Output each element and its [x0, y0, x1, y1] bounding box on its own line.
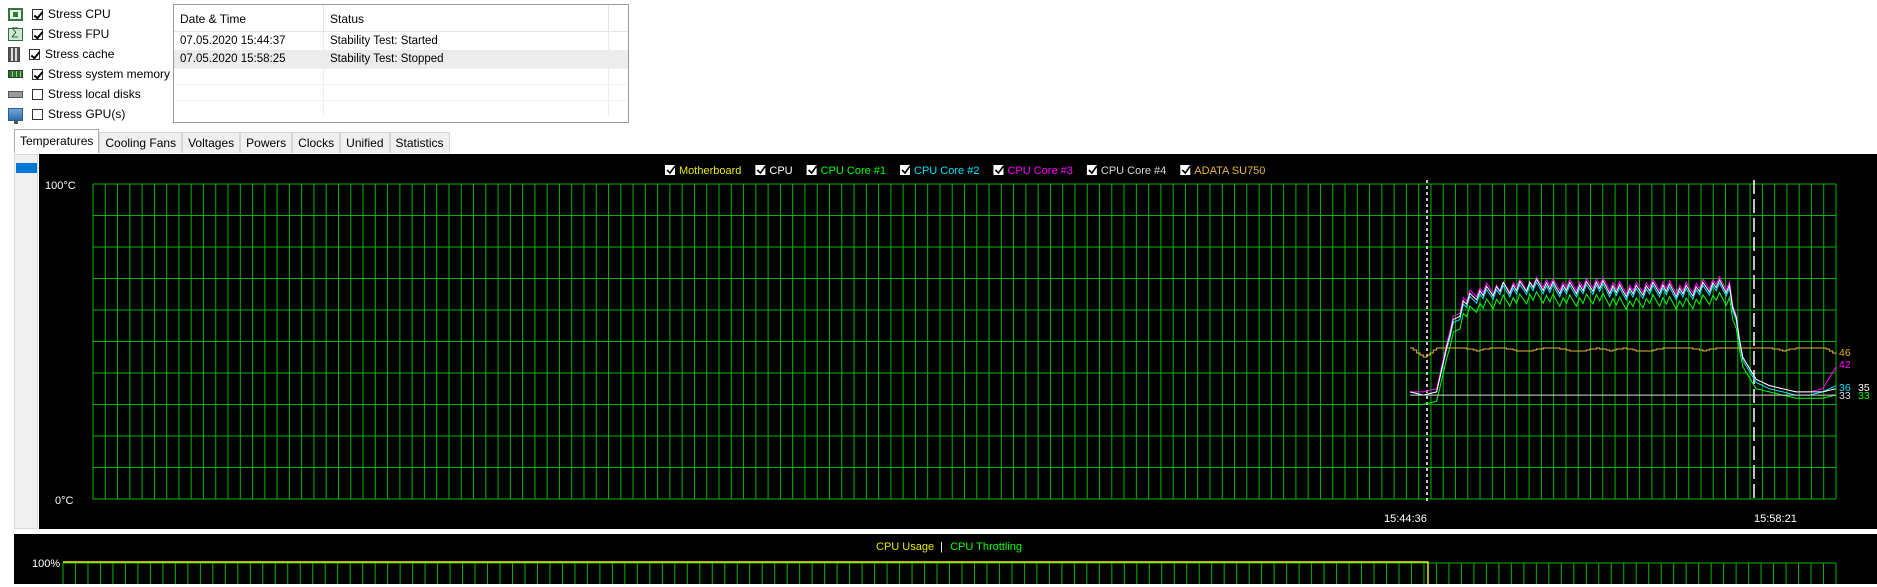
legend-label: CPU Core #2	[914, 165, 979, 177]
usage-chart: CPU Usage | CPU Throttling 100%	[32, 541, 1837, 584]
stress-option-stress-cache[interactable]: Stress cache	[8, 44, 173, 64]
table-header: Date & Time Status	[174, 5, 628, 32]
tab-bar: Temperatures Cooling Fans Voltages Powers Cl…	[14, 129, 450, 153]
legend-label: CPU Usage	[876, 541, 934, 553]
tab-powers[interactable]: Powers	[240, 132, 293, 153]
legend-item[interactable]: CPU	[755, 165, 793, 177]
row-datetime: 07.05.2020 15:44:37	[174, 32, 324, 50]
stress-option-stress-cpu[interactable]: Stress CPU	[8, 4, 173, 24]
stress-option-label: Stress GPU(s)	[48, 107, 126, 121]
legend-label: Motherboard	[679, 165, 741, 177]
tab-statistics[interactable]: Statistics	[389, 132, 450, 153]
cache-icon	[8, 46, 20, 62]
legend-label: ADATA SU750	[1194, 165, 1265, 177]
y-tick-label: 100%	[32, 558, 60, 570]
tab-unified[interactable]: Unified	[340, 132, 390, 153]
stress-option-stress-local-disks[interactable]: Stress local disks	[8, 84, 173, 104]
tab-cooling-fans[interactable]: Cooling Fans	[99, 132, 183, 153]
stress-option-stress-gpu-s[interactable]: Stress GPU(s)	[8, 104, 173, 124]
legend-label: CPU Core #3	[1007, 165, 1072, 177]
y-tick-label: 100°C	[45, 180, 76, 192]
legend-item[interactable]: CPU Core #1	[806, 165, 886, 177]
stress-option-label: Stress cache	[45, 47, 115, 61]
x-tick-label: 15:44:36	[1384, 513, 1427, 525]
x-tick-label: 15:58:21	[1754, 513, 1797, 525]
legend-label: CPU Core #1	[821, 165, 886, 177]
series-line-cpu-usage	[63, 561, 1429, 584]
table-row[interactable]: 07.05.2020 15:58:25 Stability Test: Stop…	[174, 50, 628, 68]
stress-option-stress-system-memory[interactable]: Stress system memory	[8, 64, 173, 84]
table-row[interactable]: 07.05.2020 15:44:37 Stability Test: Star…	[174, 32, 628, 50]
checkbox[interactable]	[29, 48, 40, 60]
legend-label: CPU Core #4	[1101, 165, 1166, 177]
row-status: Stability Test: Stopped	[324, 50, 609, 68]
legend-item[interactable]: CPU Core #4	[1086, 165, 1166, 177]
cpu-icon	[8, 7, 23, 21]
end-value-label: 33	[1858, 390, 1870, 402]
disk-icon	[8, 90, 23, 98]
memory-icon	[8, 70, 23, 78]
stress-option-label: Stress local disks	[48, 87, 141, 101]
legend-label: CPU	[769, 165, 792, 177]
event-log-table: Date & Time Status 07.05.2020 15:44:37 S…	[173, 4, 629, 123]
table-row-empty	[174, 68, 628, 84]
legend-item[interactable]: Motherboard	[665, 165, 741, 177]
legend-label: CPU Throttling	[950, 541, 1022, 553]
legend-item[interactable]: CPU Core #2	[900, 165, 979, 177]
chart-scrollbar[interactable]	[14, 154, 38, 529]
checkbox[interactable]	[32, 8, 43, 20]
legend-item[interactable]: ADATA SU750	[1180, 165, 1265, 177]
stress-option-label: Stress CPU	[48, 7, 111, 21]
y-tick-label: 0°C	[55, 495, 74, 507]
series-line-adata-su750	[1410, 347, 1837, 358]
end-value-label: 33	[1839, 390, 1851, 402]
stress-option-label: Stress FPU	[48, 27, 110, 41]
checkbox[interactable]	[32, 68, 43, 80]
temperature-chart: Motherboard CPU CPU Core #1 CPU Core #2 CPU …	[45, 165, 1870, 525]
stress-options: Stress CPU Stress FPU Stress cache Stress s…	[8, 4, 173, 124]
legend-separator: |	[940, 541, 943, 553]
tab-clocks[interactable]: Clocks	[292, 132, 341, 153]
gpu-icon	[8, 107, 23, 124]
stress-option-label: Stress system memory	[48, 67, 171, 81]
series-line-cpu-core-2	[1409, 281, 1837, 396]
column-header-datetime[interactable]: Date & Time	[174, 5, 324, 31]
fpu-icon	[8, 26, 23, 41]
row-status: Stability Test: Started	[324, 32, 609, 50]
checkbox[interactable]	[32, 88, 43, 100]
scrollbar-thumb[interactable]	[16, 163, 37, 173]
stress-option-stress-fpu[interactable]: Stress FPU	[8, 24, 173, 44]
column-header-status[interactable]: Status	[324, 5, 609, 31]
series-line-cpu	[1409, 277, 1837, 396]
tab-voltages[interactable]: Voltages	[182, 132, 241, 153]
checkbox[interactable]	[32, 108, 43, 120]
end-value-label: 42	[1839, 359, 1851, 371]
tab-temperatures[interactable]: Temperatures	[14, 129, 100, 153]
table-row-empty	[174, 84, 628, 100]
table-row-empty	[174, 100, 628, 116]
legend-item[interactable]: CPU Core #3	[993, 165, 1073, 177]
row-datetime: 07.05.2020 15:58:25	[174, 50, 324, 68]
temperature-chart-panel: Motherboard CPU CPU Core #1 CPU Core #2 CPU …	[39, 154, 1877, 529]
usage-chart-panel: CPU Usage | CPU Throttling 100%	[14, 534, 1877, 584]
end-value-label: 46	[1839, 347, 1851, 359]
grid	[92, 183, 1837, 500]
checkbox[interactable]	[32, 28, 43, 40]
